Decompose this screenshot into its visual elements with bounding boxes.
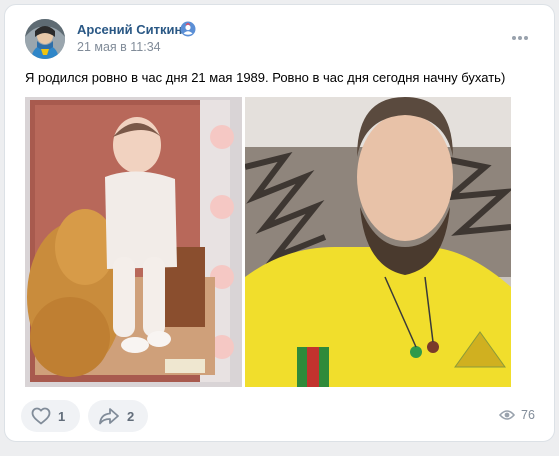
post-date[interactable]: 21 мая в 11:34 <box>77 40 161 54</box>
heart-icon <box>31 407 51 425</box>
eye-icon <box>499 410 515 420</box>
wall-post: Арсений Ситкин 21 мая в 11:34 Я родился … <box>4 4 555 442</box>
like-count: 1 <box>58 408 66 424</box>
post-text: Я родился ровно в час дня 21 мая 1989. Р… <box>25 70 506 85</box>
photo-baby[interactable] <box>25 97 242 387</box>
more-options-button[interactable] <box>509 31 531 45</box>
author-avatar[interactable] <box>25 19 65 59</box>
more-horizontal-icon <box>512 36 528 40</box>
share-button[interactable]: 2 <box>88 400 148 432</box>
views-count: 76 <box>521 408 535 422</box>
shield-badge-icon[interactable] <box>180 21 196 37</box>
like-button[interactable]: 1 <box>21 400 80 432</box>
share-count: 2 <box>127 408 135 424</box>
share-arrow-icon <box>99 408 119 425</box>
photo-selfie[interactable] <box>245 97 511 387</box>
avatar-image <box>25 19 65 59</box>
author-name[interactable]: Арсений Ситкин <box>77 22 182 37</box>
views-counter: 76 <box>499 408 535 422</box>
